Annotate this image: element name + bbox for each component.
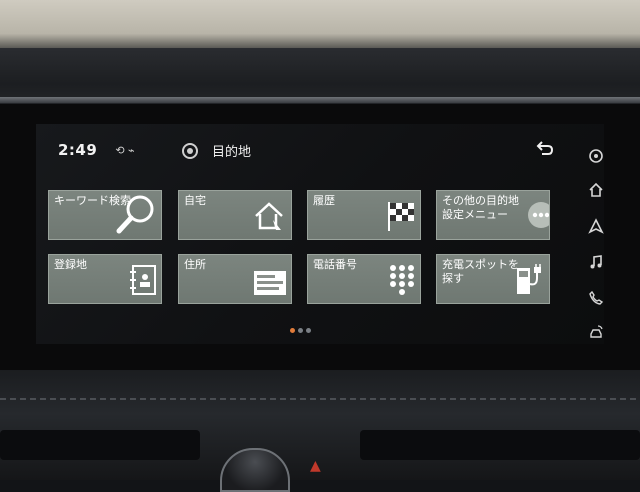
clock: 2:49 (58, 141, 98, 159)
page-indicator (290, 328, 311, 333)
tile-home[interactable]: 自宅 (178, 190, 292, 240)
charger-plug-icon (515, 264, 545, 300)
tile-address[interactable]: 住所 (178, 254, 292, 304)
address-card-icon (253, 270, 287, 300)
page-dot (290, 328, 295, 333)
tile-history[interactable]: 履歴 (307, 190, 421, 240)
back-arrow-icon (536, 141, 554, 155)
home-icon (253, 200, 287, 236)
connected-car-status-icon: ⟲ ⌁ (115, 143, 135, 157)
tile-find-charging-spot[interactable]: 充電スポットを 探す (436, 254, 550, 304)
air-vent-right (360, 430, 640, 460)
connected-car-icon[interactable] (584, 320, 608, 344)
music-note-icon[interactable] (584, 250, 608, 274)
tile-registered-places[interactable]: 登録地 (48, 254, 162, 304)
tile-other-destination-menu[interactable]: その他の目的地 設定メニュー (436, 190, 550, 240)
header: 目的地 (182, 141, 251, 160)
air-vent-left (0, 430, 200, 460)
tile-phone-number[interactable]: 電話番号 (307, 254, 421, 304)
phone-icon[interactable] (584, 286, 608, 310)
status-bar: 2:49 ⟲ ⌁ (58, 140, 135, 160)
page-dot (298, 328, 303, 333)
windshield (0, 0, 640, 48)
navigation-arrow-icon[interactable] (584, 214, 608, 238)
more-dots-icon (527, 201, 549, 233)
magnifier-icon (114, 191, 158, 239)
page-title: 目的地 (212, 145, 252, 160)
address-book-icon (129, 264, 157, 300)
dashboard-stitching (0, 398, 640, 400)
back-button[interactable] (536, 140, 554, 160)
page-dot (306, 328, 311, 333)
destination-icon (182, 142, 198, 159)
keypad-icon (388, 264, 416, 300)
tile-keyword-search[interactable]: キーワード検索 (48, 190, 162, 240)
hazard-icon[interactable]: ▲ (310, 458, 321, 474)
home-icon[interactable] (584, 178, 608, 202)
dashboard-trim (0, 97, 640, 103)
checkered-flag-icon (386, 200, 416, 236)
settings-gear-icon[interactable] (584, 144, 608, 168)
